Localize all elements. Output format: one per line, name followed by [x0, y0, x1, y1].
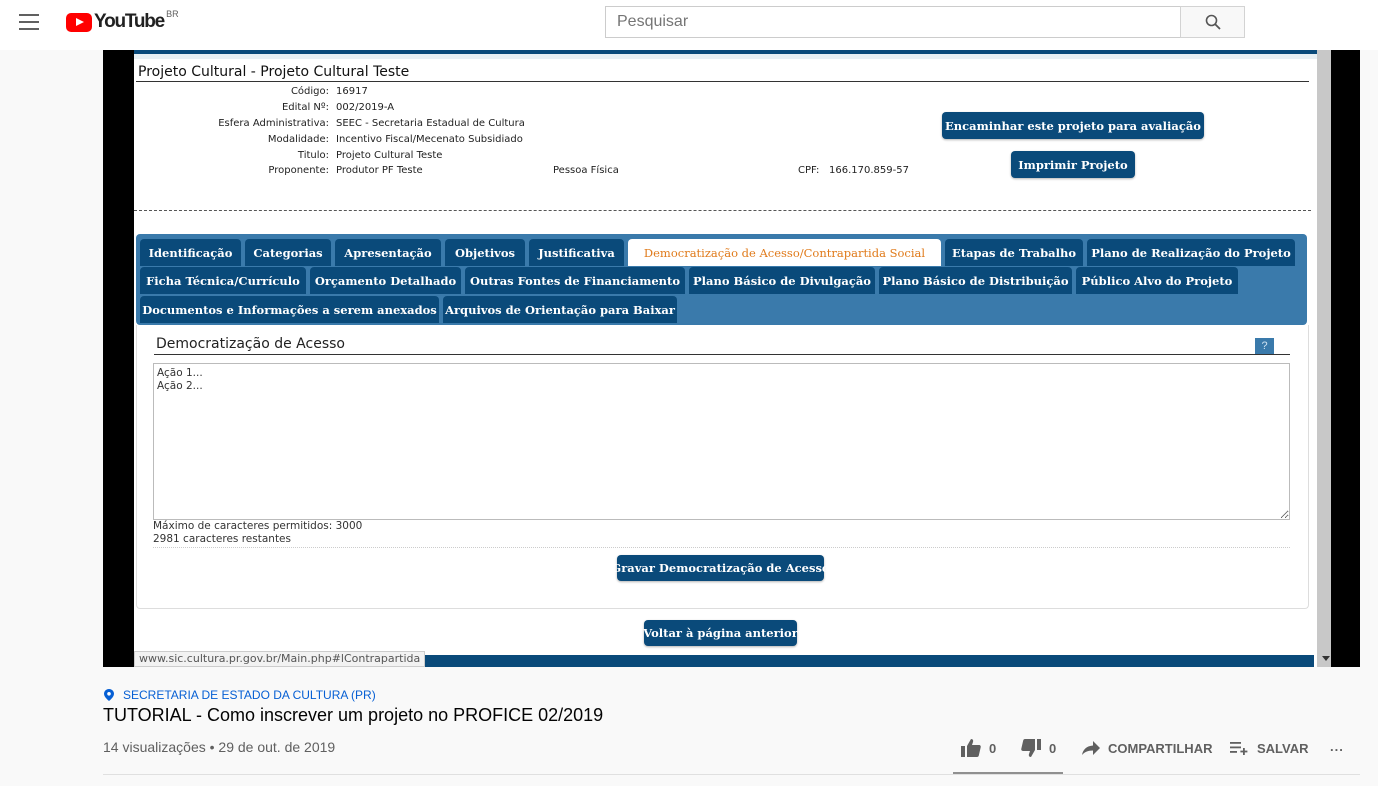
project-title: Projeto Cultural - Projeto Cultural Test… [138, 64, 410, 80]
info-row-modalidade: Modalidade: Incentivo Fiscal/Mecenato Su… [134, 134, 934, 150]
tab-arquivos-orientacao[interactable]: Arquivos de Orientação para Baixar [443, 296, 677, 323]
app-top-band-light [134, 54, 1317, 59]
remaining-chars-text: 2981 caracteres restantes [153, 533, 291, 545]
tab-justificativa[interactable]: Justificativa [529, 239, 624, 266]
info-label: Código: [290, 86, 329, 97]
info-row-titulo: Titulo: Projeto Cultural Teste [134, 150, 934, 166]
youtube-header: YouTube BR [0, 0, 1378, 50]
search-icon [1205, 14, 1221, 30]
view-count-date: 14 visualizações • 29 de out. de 2019 [103, 739, 336, 755]
more-actions-button[interactable]: ... [1330, 736, 1344, 756]
video-title: TUTORIAL - Como inscrever um projeto no … [103, 705, 604, 725]
tab-plano-realizacao[interactable]: Plano de Realização do Projeto [1087, 239, 1295, 266]
info-value: SEEC - Secretaria Estadual de Cultura [336, 118, 525, 129]
tab-categorias[interactable]: Categorias [245, 239, 331, 266]
title-divider [136, 81, 1309, 82]
tab-orcamento-detalhado[interactable]: Orçamento Detalhado [310, 267, 461, 294]
bottom-divider [103, 774, 1360, 775]
section-title: Democratização de Acesso [156, 336, 345, 352]
info-value: 16917 [336, 86, 368, 97]
cpf-label: CPF: [798, 165, 820, 176]
tab-plano-distribuicao[interactable]: Plano Básico de Distribuição [879, 267, 1072, 294]
info-value: Projeto Cultural Teste [336, 150, 443, 161]
save-democratizacao-button[interactable]: Gravar Democratização de Acesso [611, 555, 830, 581]
print-project-button[interactable]: Imprimir Projeto [1011, 151, 1135, 178]
dashed-divider [134, 210, 1311, 211]
like-count: 0 [989, 740, 997, 756]
tab-documentos[interactable]: Documentos e Informações a serem anexado… [140, 296, 439, 323]
info-label: Edital Nº: [281, 102, 329, 113]
tab-identificacao[interactable]: Identificação [140, 239, 241, 266]
like-button[interactable]: 0 [961, 738, 996, 758]
info-label: Esfera Administrativa: [218, 118, 329, 129]
country-code: BR [166, 9, 179, 19]
democratizacao-textarea[interactable] [153, 363, 1290, 520]
section-divider [154, 354, 1290, 355]
save-label: SALVAR [1257, 740, 1309, 756]
dislike-button[interactable]: 0 [1021, 738, 1056, 758]
play-logo-icon [66, 12, 92, 32]
info-row-code: Código: 16917 [134, 86, 934, 102]
share-label: COMPARTILHAR [1108, 740, 1213, 756]
cpf-value: 166.170.859-57 [829, 165, 909, 176]
info-value: Produtor PF Teste [336, 165, 423, 176]
status-url: www.sic.cultura.pr.gov.br/Main.php#lCont… [134, 651, 426, 667]
search-input[interactable] [605, 6, 1181, 38]
app-scrollbar[interactable] [1317, 50, 1331, 667]
save-to-playlist-button[interactable]: SALVAR [1230, 738, 1309, 758]
tab-plano-divulgacao[interactable]: Plano Básico de Divulgação [689, 267, 875, 294]
playlist-add-icon [1230, 742, 1248, 755]
more-dots-icon: ... [1330, 738, 1344, 754]
thumbs-up-icon [961, 739, 981, 757]
person-type: Pessoa Física [553, 165, 619, 176]
info-row-edital: Edital Nº: 002/2019-A [134, 102, 934, 118]
share-button[interactable]: COMPARTILHAR [1082, 738, 1212, 758]
scroll-down-arrow-icon[interactable] [1322, 656, 1330, 661]
app-bottom-band [424, 655, 1314, 667]
info-value: 002/2019-A [336, 102, 395, 113]
tab-democratizacao[interactable]: Democratização de Acesso/Contrapartida S… [628, 239, 941, 266]
back-button[interactable]: Voltar à página anterior [643, 620, 798, 646]
video-screen: Projeto Cultural - Projeto Cultural Test… [134, 50, 1317, 667]
forward-project-button[interactable]: Encaminhar este projeto para avaliação [942, 112, 1204, 139]
tab-ficha-tecnica[interactable]: Ficha Técnica/Currículo [140, 267, 306, 294]
youtube-logo[interactable]: YouTube BR [66, 9, 179, 33]
location-text[interactable]: SECRETARIA DE ESTADO DA CULTURA (PR) [123, 688, 376, 702]
tab-publico-alvo[interactable]: Público Alvo do Projeto [1076, 267, 1238, 294]
tab-apresentacao[interactable]: Apresentação [335, 239, 441, 266]
info-row-esfera: Esfera Administrativa: SEEC - Secretaria… [134, 118, 934, 134]
thumbs-down-icon [1021, 739, 1041, 757]
info-label: Modalidade: [267, 134, 329, 145]
video-player[interactable]: Projeto Cultural - Projeto Cultural Test… [103, 50, 1360, 667]
search-button[interactable] [1180, 6, 1245, 38]
char-limit-info: Máximo de caracteres permitidos: 3000 29… [153, 520, 362, 546]
info-label: Proponente: [268, 165, 329, 176]
tab-outras-fontes[interactable]: Outras Fontes de Financiamento [465, 267, 685, 294]
max-chars-text: Máximo de caracteres permitidos: 3000 [153, 520, 363, 532]
video-location[interactable]: SECRETARIA DE ESTADO DA CULTURA (PR) [104, 688, 376, 702]
info-row-proponente: Proponente: Produtor PF Teste Pessoa Fís… [134, 165, 934, 181]
tab-objetivos[interactable]: Objetivos [445, 239, 525, 266]
menu-icon[interactable] [19, 14, 39, 30]
share-icon [1082, 741, 1100, 755]
dotted-divider [153, 547, 1290, 548]
info-label: Titulo: [297, 150, 329, 161]
help-icon[interactable]: ? [1255, 338, 1274, 354]
logo-text: YouTube [94, 11, 165, 32]
location-pin-icon [104, 689, 114, 701]
dislike-count: 0 [1049, 740, 1057, 756]
tab-etapas-trabalho[interactable]: Etapas de Trabalho [945, 239, 1083, 266]
info-value: Incentivo Fiscal/Mecenato Subsidiado [336, 134, 523, 145]
tabs-container: Identificação Categorias Apresentação Ob… [136, 234, 1307, 325]
